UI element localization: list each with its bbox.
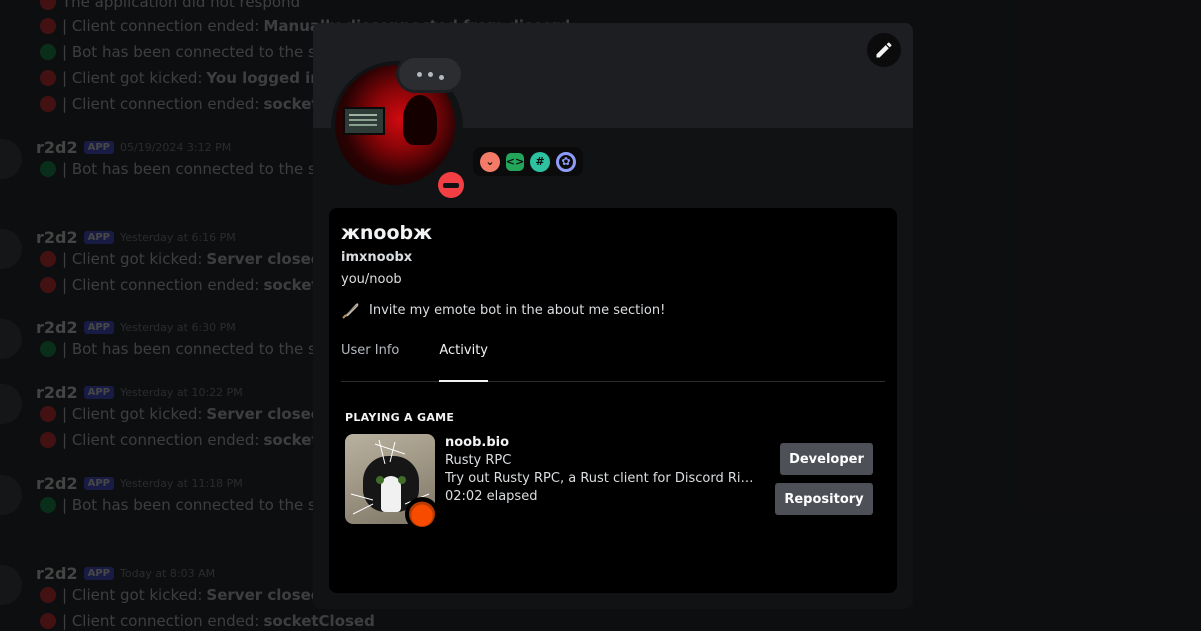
activity-section-title: PLAYING A GAME: [345, 411, 455, 424]
dnd-status-icon: [433, 167, 469, 203]
display-name[interactable]: жnoobж: [341, 222, 432, 244]
profile-tabs: User Info Activity: [341, 342, 885, 382]
active-developer-icon[interactable]: <>: [506, 152, 524, 171]
username[interactable]: imxnoobx: [341, 250, 412, 265]
tab-activity[interactable]: Activity: [439, 342, 488, 382]
supports-commands-icon[interactable]: #: [530, 151, 550, 172]
tab-user-info[interactable]: User Info: [341, 342, 399, 382]
repository-button[interactable]: Repository: [775, 483, 873, 515]
developer-button[interactable]: Developer: [780, 443, 873, 475]
profile-card: жnoobж imxnoobx you/noob Invite my emote…: [329, 208, 897, 593]
custom-status: Invite my emote bot in the about me sect…: [341, 300, 665, 320]
pencil-icon: [876, 42, 892, 58]
user-profile-popout: ⌄ <> # ✿ жnoobж imxnoobx you/noob Invite…: [313, 23, 913, 609]
activity-details: Rusty RPC: [445, 453, 512, 468]
quest-badge-icon[interactable]: ✿: [556, 151, 576, 172]
badge-list: ⌄ <> # ✿: [473, 147, 583, 176]
edit-profile-button[interactable]: [867, 33, 901, 67]
rust-crab-icon[interactable]: [405, 497, 439, 531]
custom-status-text: Invite my emote bot in the about me sect…: [369, 302, 666, 318]
activity-elapsed: 02:02 elapsed: [445, 489, 538, 504]
pronouns: you/noob: [341, 272, 402, 287]
hypesquad-brilliance-icon[interactable]: ⌄: [480, 151, 500, 172]
feather-emoji-icon: [342, 303, 359, 319]
activity-state: Try out Rusty RPC, a Rust client for Dis…: [445, 471, 757, 486]
typing-bubble[interactable]: [396, 55, 464, 93]
activity-name: noob.bio: [445, 435, 510, 450]
